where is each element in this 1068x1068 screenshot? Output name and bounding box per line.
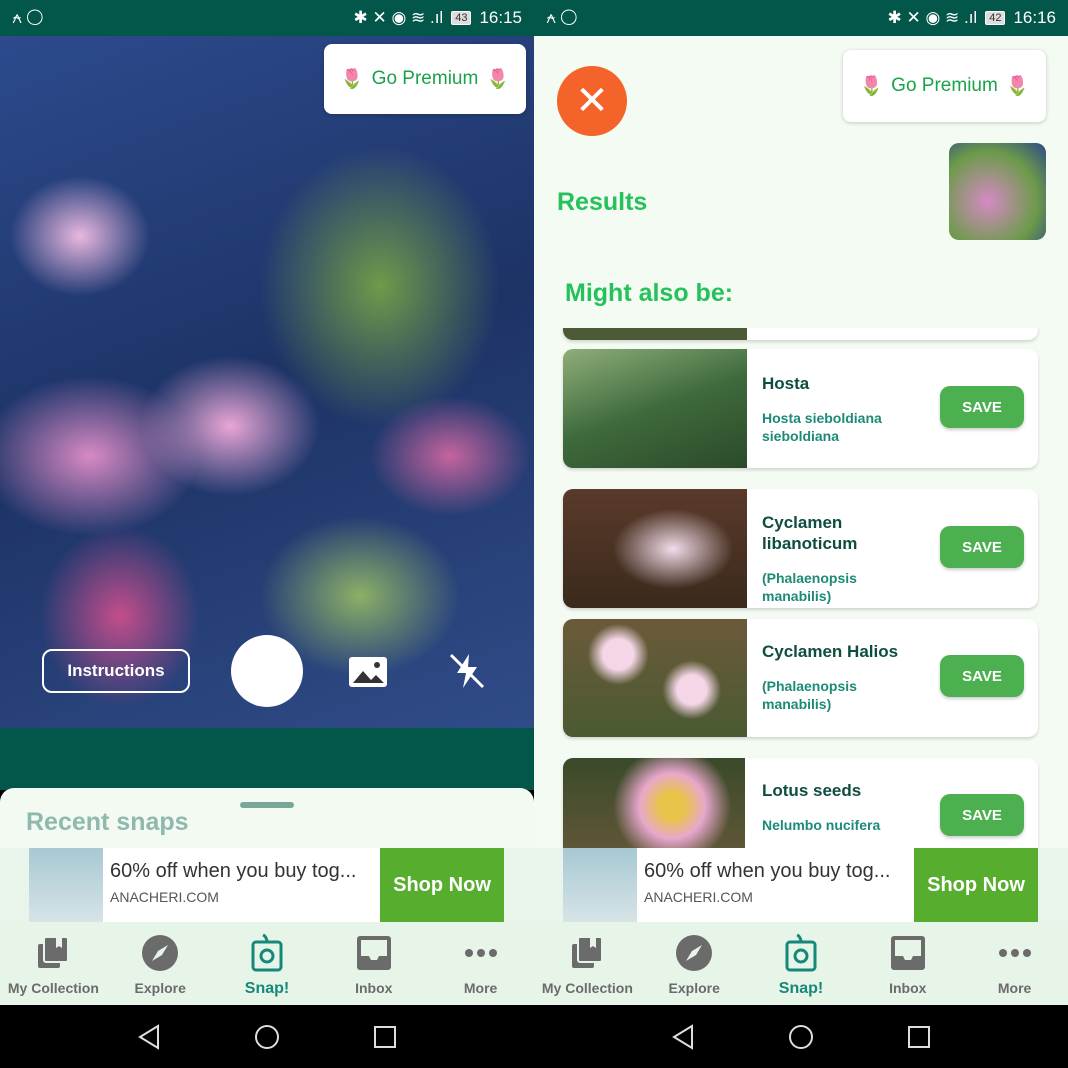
recents-icon[interactable] (372, 1024, 398, 1050)
nav-explore[interactable]: Explore (107, 922, 214, 1005)
ad-banner[interactable]: 60% off when you buy tog... ANACHERI.COM … (534, 848, 1068, 922)
plant-image (563, 489, 747, 608)
plant-name: Lotus seeds (762, 781, 862, 800)
nav-label: More (463, 980, 498, 996)
gallery-icon[interactable] (348, 656, 388, 688)
shop-now-button[interactable]: Shop Now (914, 848, 1038, 922)
home-icon[interactable] (254, 1024, 280, 1050)
nav-inbox[interactable]: Inbox (320, 922, 427, 1005)
ad-domain: ANACHERI.COM (644, 889, 753, 905)
snap-camera-icon (251, 934, 283, 972)
nav-my-collection[interactable]: My Collection (0, 922, 107, 1005)
more-dots-icon (998, 949, 1031, 957)
tulip-icon: 🌷 (1005, 76, 1030, 97)
shop-now-button[interactable]: Shop Now (380, 848, 504, 922)
nav-label: Inbox (355, 980, 393, 996)
shutter-button[interactable] (231, 635, 303, 707)
collection-icon (38, 936, 70, 968)
clock: 16:15 (479, 8, 522, 27)
system-nav-bar (0, 1005, 534, 1068)
plant-scientific-name: Nelumbo nucifera (762, 817, 881, 833)
nav-label: My Collection (7, 980, 99, 996)
ad-domain: ANACHERI.COM (110, 889, 219, 905)
snap-camera-icon (785, 934, 817, 972)
camera-viewfinder[interactable] (0, 36, 534, 728)
compass-icon (676, 935, 713, 971)
collection-icon (572, 936, 604, 968)
plant-name: Hosta (762, 374, 810, 393)
plant-scientific-name: (Phalaenopsis manabilis) (762, 570, 857, 604)
nav-more[interactable]: More (427, 922, 534, 1005)
might-also-be-title: Might also be: (565, 279, 734, 307)
home-icon[interactable] (788, 1024, 814, 1050)
bottom-nav: My Collection Explore Snap! Inbox More (0, 922, 534, 1005)
system-nav-bar (534, 1005, 1068, 1068)
nav-label: Explore (668, 980, 720, 996)
inbox-icon (890, 936, 925, 970)
plant-scientific-name: Hosta sieboldiana sieboldiana (762, 410, 882, 444)
go-premium-button[interactable]: 🌷 Go Premium 🌷 (843, 50, 1046, 122)
plant-image (563, 349, 747, 468)
ad-banner[interactable]: 60% off when you buy tog... ANACHERI.COM … (0, 848, 534, 922)
save-button[interactable]: SAVE (940, 386, 1024, 428)
nav-label: More (997, 980, 1032, 996)
camera-screen: ⍲ ◯ ✱ ✕ ◉ ≋ .ıl 43 16:15 🌷 Go Premium 🌷 Instr… (0, 0, 534, 1068)
result-card[interactable]: Lotus seeds Nelumbo nucifera SAVE (563, 758, 1038, 848)
nav-my-collection[interactable]: My Collection (534, 922, 641, 1005)
nav-label: Inbox (889, 980, 927, 996)
recents-icon[interactable] (906, 1024, 932, 1050)
nav-label: My Collection (541, 980, 633, 996)
close-icon: ✕ (575, 79, 609, 123)
premium-label: Go Premium (891, 75, 998, 96)
ad-title[interactable]: 60% off when you buy tog... (644, 860, 907, 883)
nav-label: Explore (134, 980, 186, 996)
recent-snaps-title: Recent snaps (26, 808, 189, 836)
tulip-icon: 🌷 (486, 69, 510, 90)
nav-inbox[interactable]: Inbox (854, 922, 961, 1005)
result-card[interactable]: Hosta Hosta sieboldiana sieboldiana SAVE (563, 349, 1038, 468)
premium-label: Go Premium (371, 68, 479, 89)
save-button[interactable]: SAVE (940, 655, 1024, 697)
flash-off-icon[interactable] (447, 651, 487, 691)
save-button[interactable]: SAVE (940, 794, 1024, 836)
snap-thumbnail[interactable] (949, 143, 1046, 240)
notification-icons: ⍲ ◯ (12, 8, 43, 27)
back-icon[interactable] (670, 1023, 696, 1050)
plant-name: Cyclamen Halios (762, 642, 899, 661)
more-dots-icon (464, 949, 497, 957)
nav-label: Snap! (244, 980, 290, 997)
nav-snap[interactable]: Snap! (214, 922, 321, 1005)
nav-label: Snap! (778, 980, 824, 997)
battery-icon: 43 (451, 11, 472, 25)
inbox-icon (356, 936, 391, 970)
tulip-icon: 🌷 (859, 76, 884, 97)
ad-image[interactable] (563, 848, 637, 922)
save-button[interactable]: SAVE (940, 526, 1024, 568)
status-bar: ⍲ ◯ ✱ ✕ ◉ ≋ .ıl 43 16:15 (0, 0, 534, 36)
close-button[interactable]: ✕ (557, 66, 627, 136)
drag-handle[interactable] (240, 802, 294, 808)
results-title: Results (557, 188, 648, 216)
go-premium-button[interactable]: 🌷 Go Premium 🌷 (324, 44, 526, 114)
result-card[interactable]: Cyclamen Halios (Phalaenopsis manabilis) S… (563, 619, 1038, 737)
nav-explore[interactable]: Explore (641, 922, 748, 1005)
plant-scientific-name: (Phalaenopsis manabilis) (762, 678, 857, 712)
instructions-button[interactable]: Instructions (42, 649, 190, 693)
ad-title[interactable]: 60% off when you buy tog... (110, 860, 373, 883)
plant-image (563, 758, 745, 848)
nav-snap[interactable]: Snap! (748, 922, 855, 1005)
back-icon[interactable] (136, 1023, 162, 1050)
plant-name: Cyclamen libanoticum (762, 513, 858, 553)
bottom-nav: My Collection Explore Snap! Inbox More (534, 922, 1068, 1005)
system-icons: ✱ ✕ ◉ ≋ .ıl (353, 8, 444, 27)
tulip-icon: 🌷 (340, 69, 364, 90)
result-card[interactable]: Cyclamen libanoticum (Phalaenopsis manabi… (563, 489, 1038, 608)
plant-image (563, 619, 747, 737)
ad-image[interactable] (29, 848, 103, 922)
compass-icon (142, 935, 179, 971)
nav-more[interactable]: More (961, 922, 1068, 1005)
results-screen: ⍲ ◯ ✱ ✕ ◉ ≋ .ıl 42 16:16 ✕ 🌷 Go Premium 🌷 Res… (534, 0, 1068, 1068)
